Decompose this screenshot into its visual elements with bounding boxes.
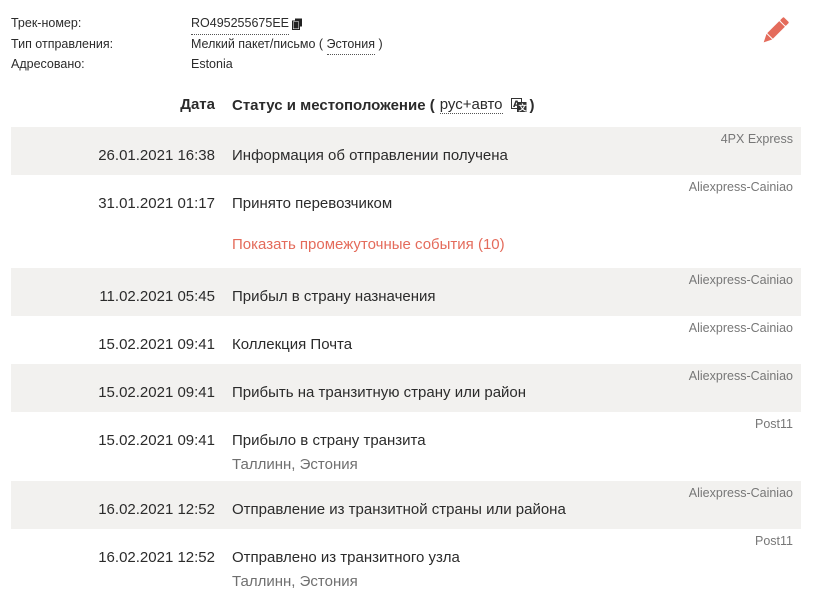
event-carrier: Post11 [755, 417, 793, 431]
event-row: 4PX Express 26.01.2021 16:38 Информация … [11, 127, 801, 175]
event-status: Прибыл в страну назначения [232, 288, 436, 305]
translate-icon[interactable]: A 文 [510, 97, 527, 113]
events-list: 4PX Express 26.01.2021 16:38 Информация … [11, 127, 801, 598]
type-country-link[interactable]: Эстония [326, 35, 375, 55]
track-value-wrap: RO495255675EE [191, 14, 303, 35]
pencil-icon[interactable] [760, 16, 790, 46]
event-status: Отправлено из транзитного узла [232, 549, 460, 566]
event-carrier: Post11 [755, 534, 793, 548]
track-row: Трек-номер: RO495255675EE [11, 14, 383, 35]
event-row: Post11 16.02.2021 12:52 Отправлено из тр… [11, 529, 801, 598]
status-header-close: ) [529, 96, 535, 114]
event-status: Информация об отправлении получена [232, 147, 508, 164]
status-header: Статус и местоположение ( рус+авто A 文 ) [232, 96, 535, 114]
event-location: Таллинн, Эстония [232, 573, 358, 590]
event-row: Aliexpress-Cainiao 31.01.2021 01:17 Прин… [11, 175, 801, 268]
address-label: Адресовано: [11, 57, 85, 71]
event-status: Коллекция Почта [232, 336, 353, 353]
event-status: Прибыло в страну транзита [232, 432, 426, 449]
address-row: Адресовано: Estonia [11, 55, 383, 75]
event-status: Принято перевозчиком [232, 195, 393, 212]
event-date: 15.02.2021 09:41 [98, 384, 215, 401]
type-value: Мелкий пакет/письмо ( Эстония ) [191, 35, 383, 55]
event-status: Отправление из транзитной страны или рай… [232, 501, 566, 518]
event-carrier: Aliexpress-Cainiao [688, 321, 793, 335]
event-date: 11.02.2021 05:45 [99, 288, 215, 305]
show-intermediate-events-link[interactable]: Показать промежуточные события (10) [232, 236, 505, 253]
type-suffix: ) [374, 37, 383, 51]
type-row: Тип отправления: Мелкий пакет/письмо ( Э… [11, 35, 383, 55]
event-date: 26.01.2021 16:38 [98, 147, 215, 164]
track-number[interactable]: RO495255675EE [191, 14, 289, 35]
language-toggle[interactable]: рус+авто [439, 96, 503, 114]
event-date: 31.01.2021 01:17 [98, 195, 215, 212]
event-carrier: 4PX Express [720, 132, 793, 146]
event-carrier: Aliexpress-Cainiao [688, 369, 793, 383]
event-date: 15.02.2021 09:41 [98, 336, 215, 353]
event-carrier: Aliexpress-Cainiao [688, 273, 793, 287]
event-carrier: Aliexpress-Cainiao [688, 180, 793, 194]
track-label: Трек-номер: [11, 16, 82, 30]
type-text: Мелкий пакет/письмо ( [191, 37, 327, 51]
event-row: Aliexpress-Cainiao 15.02.2021 09:41 Приб… [11, 364, 801, 412]
copy-icon[interactable] [292, 18, 303, 31]
event-row: Aliexpress-Cainiao 11.02.2021 05:45 Приб… [11, 268, 801, 316]
event-row: Aliexpress-Cainiao 15.02.2021 09:41 Колл… [11, 316, 801, 364]
events-header: Дата Статус и местоположение ( рус+авто … [0, 96, 833, 118]
status-header-label: Статус и местоположение ( [232, 96, 435, 114]
event-date: 16.02.2021 12:52 [98, 549, 215, 566]
event-status: Прибыть на транзитную страну или район [232, 384, 527, 401]
event-date: 16.02.2021 12:52 [98, 501, 215, 518]
svg-text:文: 文 [518, 103, 527, 113]
shipment-info: Трек-номер: RO495255675EE Тип отправлени… [11, 14, 383, 75]
event-date: 15.02.2021 09:41 [98, 432, 215, 449]
event-row: Post11 15.02.2021 09:41 Прибыло в страну… [11, 412, 801, 481]
address-value: Estonia [191, 57, 233, 71]
event-row: Aliexpress-Cainiao 16.02.2021 12:52 Отпр… [11, 481, 801, 529]
type-label: Тип отправления: [11, 36, 114, 51]
event-carrier: Aliexpress-Cainiao [688, 486, 793, 500]
event-location: Таллинн, Эстония [232, 456, 358, 473]
date-header: Дата [180, 96, 215, 113]
